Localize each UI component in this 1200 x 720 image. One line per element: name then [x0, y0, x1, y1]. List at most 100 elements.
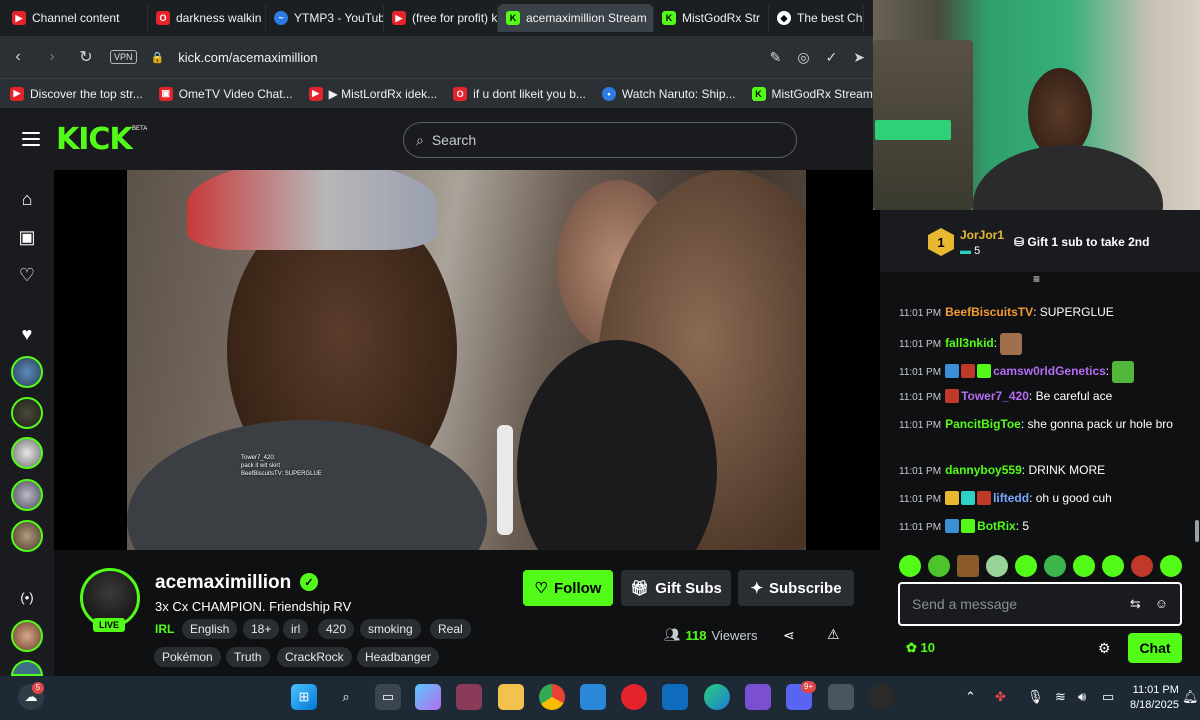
followed-channel-avatar[interactable] — [11, 437, 43, 469]
chrome-icon[interactable] — [539, 684, 565, 710]
following-list-icon[interactable]: ♥ — [16, 323, 38, 345]
emote-icon[interactable] — [986, 555, 1008, 577]
task-view-icon[interactable]: ▭ — [375, 684, 401, 710]
obs-icon[interactable] — [869, 684, 895, 710]
stream-tag[interactable]: Pokémon — [154, 647, 221, 667]
emoji-icon[interactable]: ☺ — [1155, 596, 1168, 612]
followed-channel-avatar[interactable] — [11, 520, 43, 552]
search-icon[interactable]: ⌕ — [333, 684, 359, 710]
camera-icon[interactable]: ◎ — [797, 49, 809, 66]
bookmark-item[interactable]: ▶ Discover the top str... — [10, 86, 143, 101]
wifi-icon[interactable]: ≋ — [1055, 689, 1066, 705]
browser-tab[interactable]: K MistGodRx Str — [654, 4, 769, 32]
chat-message[interactable]: 11:01 PM BotRix: 5 — [899, 519, 1189, 535]
browser-tab[interactable]: Odarkness walkin p — [148, 4, 266, 32]
following-heart-icon[interactable]: ♡ — [16, 264, 38, 286]
stream-category[interactable]: IRL — [155, 622, 174, 636]
search-input[interactable]: ⌕ Search — [403, 122, 797, 158]
share-icon[interactable]: ⋖ — [783, 627, 795, 644]
browser-tab[interactable]: ▶ Channel content — [4, 4, 148, 32]
chat-message[interactable]: 11:01 PM PancitBigToe: she gonna pack ur … — [899, 417, 1189, 433]
browse-icon[interactable]: ▣ — [16, 226, 38, 248]
battery-icon[interactable]: ▭ — [1102, 689, 1114, 705]
stream-tag[interactable]: 18+ — [243, 619, 280, 639]
forward-arrow-icon[interactable]: › — [42, 47, 62, 67]
home-icon[interactable]: ⌂ — [16, 188, 38, 210]
bookmark-item[interactable]: ▶ ▶ MistLordRx idek... — [308, 86, 437, 101]
windows-start-icon[interactable]: ⊞ — [291, 684, 317, 710]
volume-icon[interactable]: 🔊︎ — [1078, 689, 1086, 705]
followed-channel-avatar[interactable] — [11, 356, 43, 388]
outlook-icon[interactable] — [662, 684, 688, 710]
chat-username[interactable]: fall3nkid — [945, 336, 994, 350]
stream-tag[interactable]: CrackRock — [277, 647, 352, 667]
live-broadcast-icon[interactable]: (•) — [16, 586, 38, 608]
browser-tab[interactable]: ~ YTMP3 - YouTube — [266, 4, 384, 32]
recommended-channel-avatar[interactable] — [11, 620, 43, 652]
edge-icon[interactable] — [704, 684, 730, 710]
opera-icon[interactable] — [621, 684, 647, 710]
chat-username[interactable]: BeefBiscuitsTV — [945, 305, 1033, 319]
stream-tag[interactable]: Real — [430, 619, 471, 639]
emote-icon[interactable] — [1160, 555, 1182, 577]
followed-channel-avatar[interactable] — [11, 479, 43, 511]
leaderboard-user[interactable]: JorJor1 — [960, 228, 1004, 242]
chat-scrollbar[interactable] — [1195, 520, 1199, 542]
send-icon[interactable]: ➤ — [853, 49, 865, 66]
chat-username[interactable]: PancitBigToe — [945, 417, 1021, 431]
subscribe-button[interactable]: ✦ Subscribe — [738, 570, 854, 606]
back-arrow-icon[interactable]: ‹ — [8, 47, 28, 67]
follow-button[interactable]: ♡ Follow — [523, 570, 613, 606]
emote-icon[interactable] — [1131, 555, 1153, 577]
bookmark-item[interactable]: ▣ OmeTV Video Chat... — [158, 86, 293, 101]
edit-icon[interactable]: ✎ — [770, 49, 782, 66]
browser-tab[interactable]: ◆ The best ChatBo — [769, 4, 864, 32]
stream-tag[interactable]: English — [182, 619, 238, 639]
chat-message[interactable]: 11:01 PM dannyboy559: DRINK MORE — [899, 463, 1189, 479]
stream-tag[interactable]: Truth — [226, 647, 270, 667]
emote-icon[interactable] — [928, 555, 950, 577]
chevron-up-icon[interactable]: ⌃ — [965, 689, 976, 705]
stream-tag[interactable]: 420 — [318, 619, 355, 639]
streamer-name[interactable]: acemaximillion — [155, 572, 291, 594]
gift-subs-button[interactable]: 🎁︎ Gift Subs — [621, 570, 731, 606]
followed-channel-avatar[interactable] — [11, 397, 43, 429]
gift-sub-cta[interactable]: ⛁ Gift 1 sub to take 2nd — [1014, 235, 1149, 249]
emote-icon[interactable] — [1073, 555, 1095, 577]
settings-gear-icon[interactable]: ⚙ — [1098, 640, 1111, 657]
chat-username[interactable]: camsw0rldGenetics — [993, 364, 1106, 378]
emote-icon[interactable] — [1102, 555, 1124, 577]
menu-icon[interactable] — [22, 132, 40, 146]
video-frame[interactable]: Tower7_420: pack it wit skirt BeefBiscui… — [127, 170, 806, 550]
camera-app-icon[interactable] — [828, 684, 854, 710]
chat-message[interactable]: 11:01 PM liftedd: oh u good cuh — [899, 491, 1189, 507]
report-warning-icon[interactable]: ⚠ — [827, 626, 840, 643]
recommended-channel-avatar[interactable] — [11, 660, 43, 676]
channel-points[interactable]: ✿ 10 — [906, 640, 935, 656]
bookmark-item[interactable]: K MistGodRx Stream -... — [751, 86, 873, 101]
chat-message[interactable]: 11:01 PM camsw0rldGenetics: — [899, 361, 1189, 383]
copilot-icon[interactable] — [415, 684, 441, 710]
stream-tag[interactable]: irl — [283, 619, 309, 639]
chat-message[interactable]: 11:01 PM fall3nkid: — [899, 333, 1189, 355]
emote-icon[interactable] — [1015, 555, 1037, 577]
stream-tag[interactable]: smoking — [360, 619, 421, 639]
bookmark-item[interactable]: Oif u dont likeit you b... — [453, 86, 586, 101]
chat-message-input[interactable]: Send a message ⇆ ☺ — [898, 582, 1182, 626]
emote-icon[interactable] — [1044, 555, 1066, 577]
app-icon[interactable] — [456, 684, 482, 710]
video-editor-icon[interactable] — [745, 684, 771, 710]
kick-logo[interactable]: KICK — [56, 122, 133, 157]
emote-icon[interactable] — [899, 555, 921, 577]
address-url[interactable]: kick.com/acemaximillion — [178, 50, 317, 65]
microsoft-store-icon[interactable] — [580, 684, 606, 710]
reload-icon[interactable]: ↻ — [76, 47, 96, 67]
stream-tag[interactable]: Headbanger — [357, 647, 440, 667]
vpn-badge[interactable]: VPN — [110, 50, 137, 64]
chat-username[interactable]: Tower7_420 — [961, 389, 1029, 403]
browser-tab[interactable]: Kacemaximillion Stream — [498, 4, 654, 32]
tray-app-icon[interactable]: ✤ — [995, 689, 1006, 705]
chat-collapse-icon[interactable]: ≡ — [1033, 272, 1047, 286]
chat-username[interactable]: dannyboy559 — [945, 463, 1022, 477]
chat-message[interactable]: 11:01 PM BeefBiscuitsTV: SUPERGLUE — [899, 305, 1189, 321]
